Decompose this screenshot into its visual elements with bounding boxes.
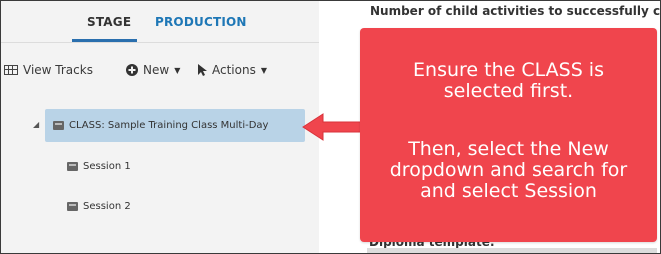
session-icon bbox=[67, 202, 78, 211]
collapse-toggle-icon[interactable]: ◢ bbox=[33, 120, 39, 129]
tree-item-class[interactable]: CLASS: Sample Training Class Multi-Day bbox=[45, 109, 305, 142]
actions-dropdown-button[interactable]: Actions ▼ bbox=[197, 63, 267, 77]
tab-production[interactable]: PRODUCTION bbox=[155, 15, 247, 29]
left-panel: STAGE PRODUCTION View Tracks New ▼ Actio… bbox=[1, 1, 319, 253]
tab-bar: STAGE PRODUCTION bbox=[1, 1, 319, 45]
chevron-down-icon: ▼ bbox=[260, 65, 267, 75]
tree-item-session[interactable]: Session 1 bbox=[67, 150, 131, 183]
callout-text-second: Then, select the New dropdown and search … bbox=[389, 138, 628, 202]
tree-item-label: Session 2 bbox=[83, 201, 131, 212]
toolbar: View Tracks New ▼ Actions ▼ bbox=[1, 57, 319, 81]
app-window: STAGE PRODUCTION View Tracks New ▼ Actio… bbox=[0, 0, 661, 254]
session-icon bbox=[67, 162, 78, 171]
instruction-callout: Ensure the CLASS is selected first. Then,… bbox=[360, 28, 657, 242]
actions-label: Actions bbox=[212, 63, 256, 77]
new-dropdown-button[interactable]: New ▼ bbox=[126, 63, 180, 77]
view-tracks-label: View Tracks bbox=[23, 63, 93, 77]
new-label: New bbox=[143, 63, 170, 77]
tree-item-label: Session 1 bbox=[83, 161, 131, 172]
class-icon bbox=[53, 121, 64, 130]
cursor-icon bbox=[198, 64, 207, 76]
callout-text-first: Ensure the CLASS is selected first. bbox=[413, 59, 604, 102]
tab-stage[interactable]: STAGE bbox=[87, 15, 131, 29]
plus-circle-icon bbox=[126, 64, 138, 76]
view-tracks-button[interactable]: View Tracks bbox=[4, 63, 93, 77]
tab-divider bbox=[1, 42, 319, 43]
chevron-down-icon: ▼ bbox=[174, 65, 181, 75]
tree-item-label: CLASS: Sample Training Class Multi-Day bbox=[69, 120, 269, 131]
arrow-icon bbox=[302, 113, 363, 141]
tree-item-session[interactable]: Session 2 bbox=[67, 190, 131, 223]
field-label-child-activities: Number of child activities to successful… bbox=[370, 4, 661, 18]
diploma-field[interactable] bbox=[367, 248, 657, 253]
view-tracks-icon bbox=[4, 65, 18, 75]
